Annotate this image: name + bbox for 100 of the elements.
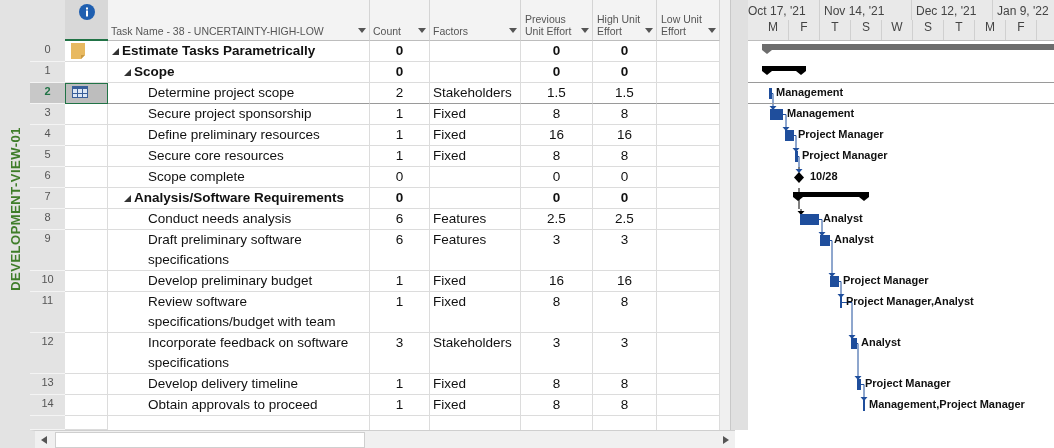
collapse-icon[interactable] [124,69,131,76]
resource-label: Project Manager [798,128,884,140]
resource-label: Analyst [834,233,874,245]
table-cell: 8 [521,374,593,395]
table-cell: 3 [593,230,657,271]
task-bar [857,379,861,390]
table-cell: 8 [593,104,657,125]
connector-line [782,114,787,126]
table-cell: 0 [521,41,593,62]
indicator-column-header[interactable] [65,0,108,41]
table-cell: 0 [521,62,593,83]
table-cell: 16 [593,271,657,292]
task-bar [795,151,798,162]
table-cell: 1 [370,374,430,395]
dropdown-caret-icon [358,28,366,33]
table-cell: 1 [370,271,430,292]
task-name: Define preliminary resources [148,126,320,144]
task-bar [851,338,857,349]
table-cell: 1 [370,395,430,416]
task-name: Develop preliminary budget [148,272,313,290]
connector-arrow [818,229,826,236]
table-cell: 8 [521,292,593,333]
table-cell: 0 [593,62,657,83]
horizontal-scrollbar[interactable] [30,430,735,448]
row-number[interactable]: 6 [30,167,65,188]
connector-arrow [797,208,805,215]
resource-label: Analyst [823,212,863,224]
timescale-day: W [882,20,913,40]
row-number[interactable]: 3 [30,104,65,125]
timescale-date: Dec 12, '21 [912,0,993,20]
connector-line [793,135,797,147]
table-cell: 1.5 [521,83,593,104]
row-number[interactable]: 5 [30,146,65,167]
row-number[interactable]: 10 [30,271,65,292]
row-number[interactable]: 1 [30,62,65,83]
row-number[interactable]: 8 [30,209,65,230]
pane-splitter[interactable] [730,416,748,430]
task-name: Develop delivery timeline [148,375,299,393]
table-cell: 16 [593,125,657,146]
connector-line [797,156,800,168]
task-bar [785,130,794,141]
row-number[interactable]: 13 [30,374,65,395]
scroll-left-icon[interactable] [41,435,47,444]
column-header[interactable]: High Unit Effort [593,0,657,41]
table-cell: 0 [370,62,430,83]
task-name: Scope [134,63,175,81]
table-cell: 8 [593,374,657,395]
resource-label: Management [776,86,844,98]
table-cell: 3 [593,333,657,374]
row-number[interactable]: 2 [30,83,65,104]
row-number[interactable]: 11 [30,292,65,333]
table-cell: Features [430,209,521,230]
row-number[interactable]: 4 [30,125,65,146]
table-cell: 1 [370,125,430,146]
table-cell: 0 [521,188,593,209]
connector-arrow [769,103,777,110]
connector-arrow [792,145,800,152]
row-number[interactable]: 0 [30,41,65,62]
connector-line [860,384,865,396]
table-cell: Fixed [430,146,521,167]
timescale-date: Jan 9, '22 [996,3,1050,20]
task-name: Estimate Tasks Parametrically [122,42,316,60]
row-number[interactable]: 9 [30,230,65,271]
table-cell: Stakeholders [430,333,521,374]
summary-bar [762,66,806,75]
timescale-day: S [851,20,882,40]
connector-line [856,343,859,375]
pane-splitter[interactable] [730,0,748,41]
resource-label: Project Manager [802,149,888,161]
view-label: DEVELOPMENT-VIEW-01 [7,127,23,291]
table-cell: 1 [370,104,430,125]
column-header[interactable]: Factors [430,0,521,41]
row-number[interactable]: 7 [30,188,65,209]
scroll-right-icon[interactable] [723,435,729,444]
task-name: Analysis/Software Requirements [134,189,345,207]
table-cell: 8 [593,395,657,416]
collapse-icon[interactable] [112,48,119,55]
table-cell: Fixed [430,104,521,125]
column-header[interactable]: Count [370,0,430,41]
table-cell: 3 [521,230,593,271]
row-number[interactable]: 14 [30,395,65,416]
column-header[interactable]: Previous Unit Effort [521,0,593,41]
connector-arrow [860,394,868,401]
table-cell: 0 [593,188,657,209]
milestone-icon [794,172,804,183]
timescale-day: S [913,20,944,40]
table-cell: 6 [370,209,430,230]
table-cell: 2.5 [593,209,657,230]
task-name: Draft preliminary software specifications [148,231,303,269]
table-cell: Stakeholders [430,83,521,104]
task-name: Scope complete [148,168,245,186]
table-cell: 0 [370,188,430,209]
connector-line [838,281,842,293]
collapse-icon[interactable] [124,195,131,202]
column-header[interactable]: Task Name - 38 - UNCERTAINTY-HIGH-LOW [108,0,370,41]
note-icon [71,43,85,59]
table-cell: Fixed [430,125,521,146]
column-header[interactable]: Low Unit Effort [657,0,720,41]
row-number[interactable]: 12 [30,333,65,374]
scroll-thumb[interactable] [55,431,365,448]
